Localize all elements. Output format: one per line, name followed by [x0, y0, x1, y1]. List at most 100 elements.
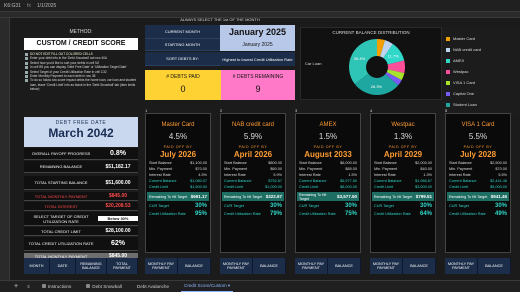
legend-swatch — [446, 47, 450, 52]
start-balance-row: Start Balance $2,000.00 — [371, 161, 435, 165]
current-balance-row: Current Balance $752.67 — [221, 179, 285, 183]
cur-target-row: CUR Target 30% — [371, 203, 435, 209]
debts-remaining-value: 9 — [255, 84, 261, 94]
tab-instructions[interactable]: Instructions — [39, 282, 75, 291]
credit-target-select[interactable]: Below 30% — [98, 216, 138, 221]
debt-card: VISA 1 Card 5.5% PAID OFF BY July 2028 S… — [445, 113, 511, 253]
start-balance-row: Start Balance $6,000.00 — [296, 161, 360, 165]
pie-category-label: Car Loan — [305, 61, 321, 66]
cur-target-value: 30% — [194, 203, 207, 209]
remaining-label: Remaining To Hit Target — [149, 194, 188, 199]
stat-row: REMAINING BALANCE $51,182.17 — [24, 161, 138, 173]
kv-label: Min. Payment — [299, 167, 323, 171]
credit-limit-row: Credit Limit $8,000.00 — [296, 185, 360, 189]
start-balance-row: Start Balance $1,100.00 — [146, 161, 210, 165]
stat-label: TOTAL CREDIT LIMIT — [41, 228, 81, 234]
start-balance-row: Start Balance $2,500.00 — [446, 161, 510, 165]
payment-label: PAYMENT — [302, 266, 320, 270]
card-bottom-header: MONTHLY PAY PAYMENT BALANCE — [220, 258, 286, 274]
debt-name: VISA 1 Card — [461, 122, 495, 128]
left-bottom-header: MONTH DATE REMAINING BALANCE TOTAL PAYME… — [24, 258, 138, 274]
debt-name: Westpac — [391, 122, 415, 128]
utilization-label: Credit Utilization Rate — [224, 212, 261, 216]
paid-off-date: August 2033 — [304, 150, 352, 159]
tab-debt-avalanche[interactable]: Debt Avalanche — [134, 282, 172, 291]
stat-row: TOTAL CREDIT UTILIZATION RATE 62% — [24, 237, 138, 251]
remaining-to-target: Remaining To Hit Target $941.46 — [447, 192, 509, 201]
utilization-label: Credit Utilization Rate — [149, 212, 186, 216]
lock-icon — [86, 284, 91, 288]
chart-title: CURRENT BALANCE DISTRIBUTION — [332, 30, 410, 35]
kv-value: 1.5% — [348, 173, 357, 177]
payment-label: PAYMENT — [227, 266, 245, 270]
credit-limit-row: Credit Limit $1,000.00 — [221, 185, 285, 189]
formula-bar[interactable]: K6:G31 fx 1/1/2025 — [0, 0, 520, 12]
credit-target-row[interactable]: SELECT TARGET OF CREDIT UTILIZATION RATE… — [24, 212, 138, 226]
starting-month-label: STARTING MONTH — [145, 39, 220, 51]
legend-label: VISA 1 Card — [453, 80, 476, 85]
method-value[interactable]: CUSTOM / CREDIT SCORE FOCUS — [24, 38, 138, 59]
kv-label: Credit Limit — [374, 185, 394, 189]
stat-row: TOTAL CREDIT LIMIT $28,100.00 — [24, 227, 138, 236]
balance-label: BALANCE — [335, 264, 353, 268]
kv-label: Min. Payment — [449, 167, 473, 171]
stat-value: $51,600.00 — [105, 179, 131, 186]
interest-rate-row: Interest Rate 5.9% — [221, 173, 285, 177]
remaining-label: Remaining To Hit Target — [449, 194, 488, 199]
stat-row: OVERALL PAYOFF PROGRESS 0.8% — [24, 148, 138, 160]
col-remaining: REMAINING BALANCE — [76, 258, 107, 274]
legend-label: Westpac — [453, 69, 469, 74]
debt-rate: 4.5% — [168, 132, 188, 141]
kv-value: 5.5% — [498, 173, 507, 177]
current-month-row: CURRENT MONTH January 2025 — [145, 25, 295, 39]
min-payment-row: Min. Payment $70.00 — [146, 167, 210, 171]
cur-target-label: CUR Target — [374, 204, 394, 208]
debt-name: AMEX — [319, 122, 337, 128]
kv-label: Credit Limit — [449, 185, 469, 189]
remaining-label: Remaining To Hit Target — [374, 194, 413, 199]
formula-value[interactable]: 1/1/2025 — [37, 3, 56, 9]
credit-limit-row: Credit Limit $5,000.00 — [446, 185, 510, 189]
stat-label: TOTAL CREDIT UTILIZATION RATE — [28, 241, 94, 246]
cur-target-row: CUR Target 30% — [146, 203, 210, 209]
credit-limit-row: Credit Limit $3,000.00 — [371, 185, 435, 189]
debt-card: Westpac 1.3% PAID OFF BY April 2029 Star… — [370, 113, 436, 253]
debt-free-date-box: DEBT FREE DATE March 2042 — [24, 117, 138, 147]
kv-value: 1.3% — [423, 173, 432, 177]
pie-slice-label: 28.3% — [371, 84, 383, 89]
kv-label: Start Balance — [299, 161, 322, 165]
starting-month-input[interactable]: January 2025 — [220, 39, 295, 51]
kv-label: Start Balance — [449, 161, 472, 165]
kv-value: $8,000.00 — [340, 185, 357, 189]
kv-label: Current Balance — [374, 179, 402, 183]
sheet-list-icon[interactable]: ≡ — [27, 284, 30, 289]
method-label: METHOD: — [69, 29, 93, 35]
remaining-value: $322.67 — [265, 194, 282, 199]
tab-credit-score-custom[interactable]: Credit Score/Custom ▾ — [181, 281, 234, 292]
legend-label: Student Loan — [453, 102, 477, 107]
tab-debt-snowball[interactable]: Debt Snowball — [83, 282, 125, 291]
legend-swatch — [446, 36, 450, 41]
kv-label: Start Balance — [149, 161, 172, 165]
kv-label: Interest Rate — [149, 173, 171, 177]
debt-rate: 5.9% — [243, 132, 263, 141]
legend-item: Student Loan — [442, 101, 520, 108]
add-sheet-icon[interactable]: + — [14, 283, 18, 290]
instructions-list: DO NOT EDIT FILL OUT COLORED CELLS Enter… — [24, 52, 138, 92]
pie-slice-label: 35.4% — [354, 56, 366, 61]
debt-card: NAB credit card 5.9% PAID OFF BY April 2… — [220, 113, 286, 253]
debt-free-label: DEBT FREE DATE — [55, 120, 107, 126]
cur-target-value: 30% — [344, 203, 357, 209]
chart-legend-column: Master Card NAB credit card AMEX Westpac VIS… — [442, 27, 520, 117]
paid-off-date: April 2029 — [383, 150, 423, 159]
current-balance-row: Current Balance $2,441.46 — [446, 179, 510, 183]
kv-value: $70.00 — [495, 167, 507, 171]
card-bottom-header: MONTHLY PAY PAYMENT BALANCE — [295, 258, 361, 274]
remaining-label: Remaining To Hit Target — [299, 192, 327, 201]
kv-value: $1,080.07 — [190, 179, 207, 183]
legend-label: Master Card — [453, 36, 476, 41]
current-month-input[interactable]: January 2025 — [220, 25, 295, 39]
sort-select[interactable]: Highest to lowest Credit Utilization Rat… — [220, 52, 295, 66]
cell-reference[interactable]: K6:G31 — [4, 3, 21, 9]
legend-label: Capital One — [453, 91, 475, 96]
